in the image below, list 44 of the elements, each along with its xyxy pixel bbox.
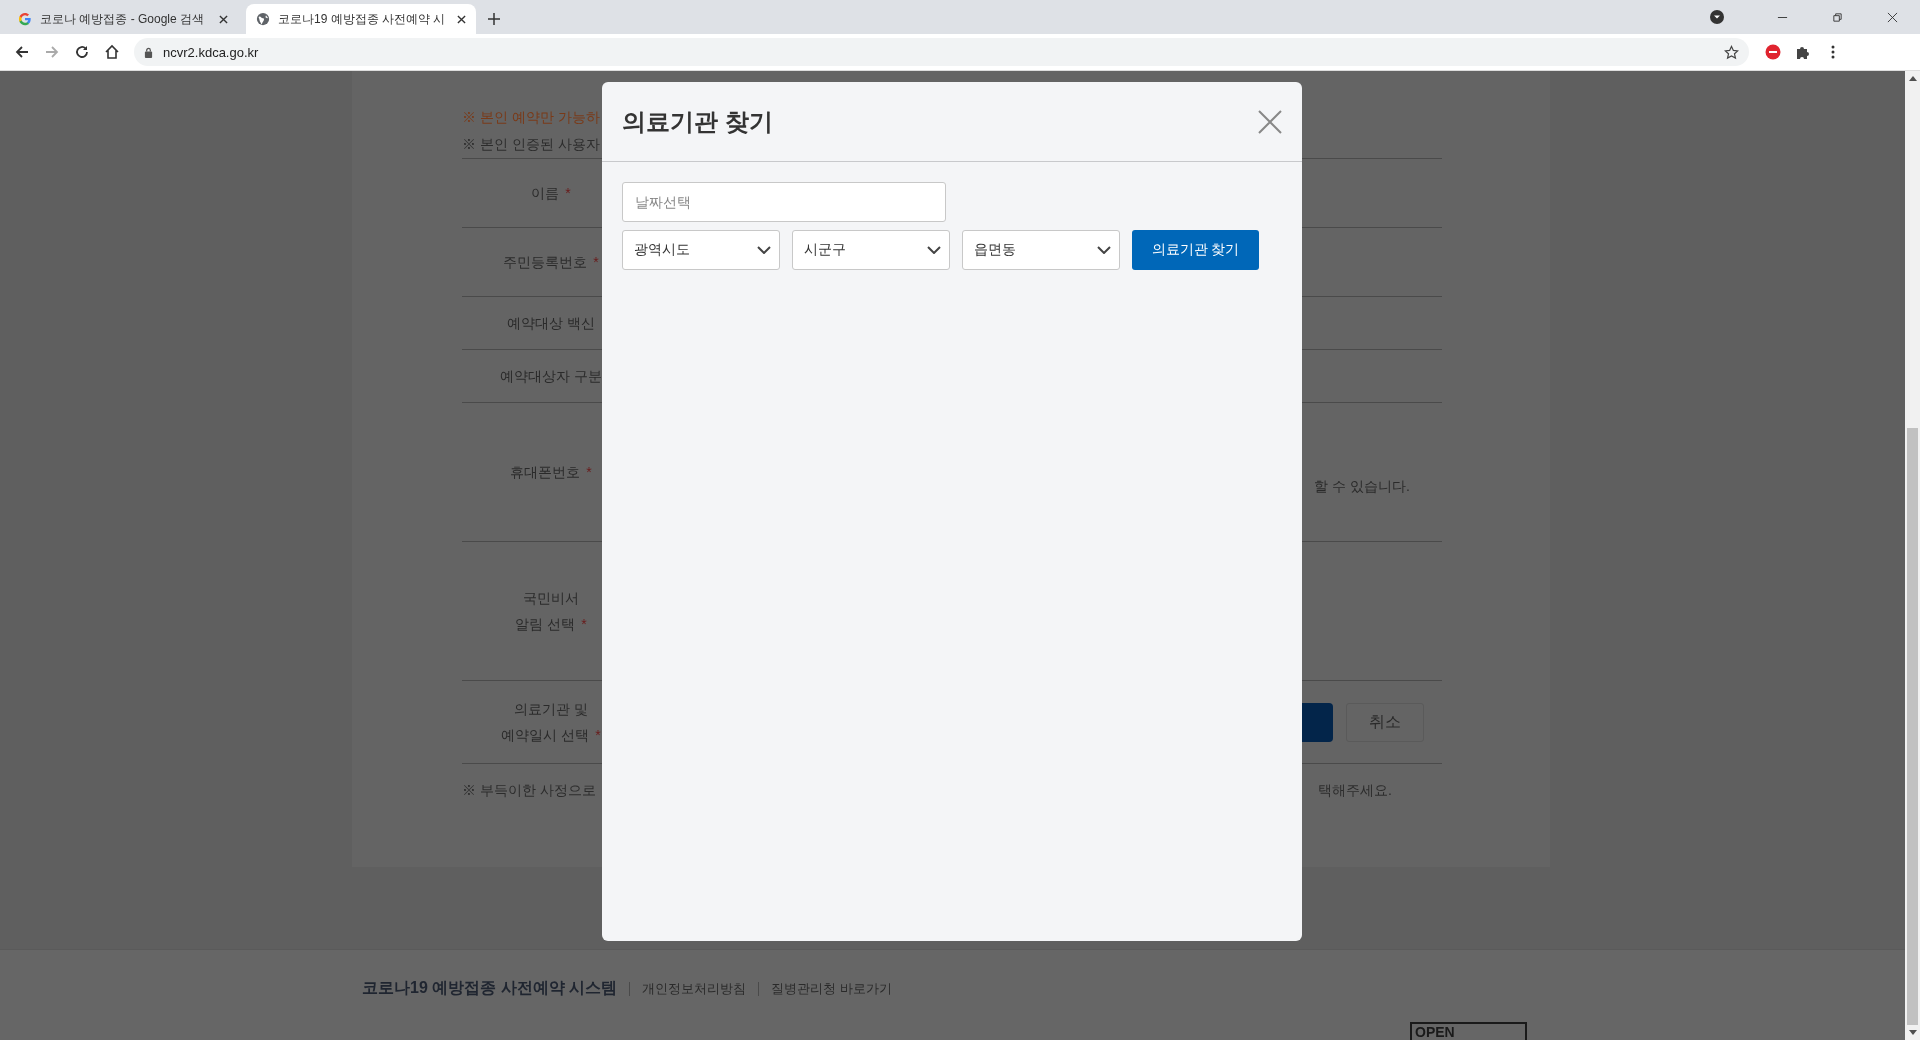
- chevron-down-icon: [927, 246, 941, 254]
- field-label: 의료기관 및 예약일시 선택 *: [501, 700, 601, 745]
- modal-title: 의료기관 찾기: [622, 106, 773, 137]
- field-label: 주민등록번호 *: [503, 253, 599, 272]
- date-field[interactable]: 날짜선택: [622, 182, 946, 222]
- close-icon[interactable]: [1887, 12, 1898, 23]
- notice-text: ※ 본인 인증된 사용자: [462, 135, 600, 154]
- close-tab-icon[interactable]: [457, 14, 466, 24]
- field-label: 국민비서 알림 선택 *: [515, 589, 587, 634]
- scrollbar-thumb[interactable]: [1907, 428, 1918, 1025]
- address-bar[interactable]: ncvr2.kdca.go.kr: [134, 38, 1749, 66]
- notice-text: 택해주세요.: [1318, 781, 1392, 800]
- dropdown-icon[interactable]: [1709, 9, 1725, 25]
- field-label: 예약대상자 구분: [500, 367, 602, 386]
- google-g-icon: [18, 12, 32, 26]
- back-icon[interactable]: [14, 44, 30, 60]
- new-tab-icon[interactable]: [488, 13, 500, 25]
- select-dropdown[interactable]: 읍면동: [962, 230, 1120, 270]
- home-icon[interactable]: [104, 44, 120, 60]
- scroll-up-icon[interactable]: [1908, 76, 1917, 81]
- select-dropdown[interactable]: 광역시도: [622, 230, 780, 270]
- close-tab-icon[interactable]: [219, 14, 228, 24]
- reload-icon[interactable]: [74, 44, 90, 60]
- select-dropdown[interactable]: 시군구: [792, 230, 950, 270]
- scroll-down-icon[interactable]: [1908, 1030, 1917, 1035]
- star-icon[interactable]: [1724, 44, 1739, 60]
- open-license-badge: OPEN: [1410, 1022, 1527, 1040]
- field-label: 예약대상 백신: [507, 314, 595, 333]
- browser-tab[interactable]: 코로나 예방접종 - Google 검색: [8, 4, 238, 34]
- restore-icon[interactable]: [1832, 12, 1843, 23]
- search-button[interactable]: 의료기관 찾기: [1132, 230, 1259, 270]
- close-icon[interactable]: [1258, 109, 1282, 134]
- browser-tab[interactable]: 코로나19 예방접종 사전예약 시: [246, 4, 476, 34]
- footer-title: 코로나19 예방접종 사전예약 시스템: [362, 978, 618, 998]
- extension-icon[interactable]: [1765, 44, 1781, 60]
- chevron-down-icon: [757, 246, 771, 254]
- globe-icon: [256, 12, 270, 26]
- field-label: 휴대폰번호 *: [510, 463, 592, 482]
- lock-icon: [144, 46, 153, 58]
- puzzle-icon[interactable]: [1795, 44, 1811, 60]
- notice-text: ※ 부득이한 사정으로: [462, 781, 596, 800]
- chevron-down-icon: [1097, 246, 1111, 254]
- field-label: 이름 *: [531, 184, 571, 203]
- notice-text: ※ 본인 예약만 가능하: [462, 108, 600, 127]
